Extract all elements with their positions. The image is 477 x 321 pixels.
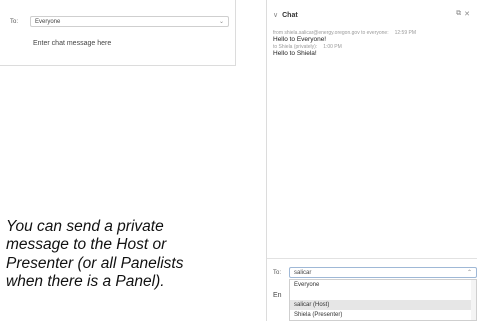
message-text: Hello to Shiela! bbox=[273, 50, 317, 57]
caption-line: You can send a private bbox=[6, 218, 164, 235]
message-text: Hello to Everyone! bbox=[273, 36, 327, 43]
message-time: 1:00 PM bbox=[323, 44, 342, 50]
to-label: To: bbox=[273, 269, 282, 276]
to-label: To: bbox=[10, 18, 19, 25]
footer-divider bbox=[267, 258, 477, 259]
dropdown-separator bbox=[290, 290, 476, 300]
recipient-select-value: salicar bbox=[294, 269, 312, 276]
caption-line: Presenter (or all Panelists bbox=[6, 254, 184, 272]
recipient-select[interactable]: salicar ⌃ bbox=[289, 267, 477, 278]
chat-message-input[interactable]: En bbox=[273, 292, 282, 299]
message-time: 12:59 PM bbox=[394, 30, 417, 36]
chat-header: ∨ Chat ⧉ ✕ bbox=[267, 8, 477, 22]
recipient-row: To: salicar ⌃ bbox=[273, 267, 477, 278]
chevron-up-icon: ⌃ bbox=[466, 270, 472, 276]
dropdown-option-everyone[interactable]: Everyone bbox=[290, 280, 476, 290]
header-actions: ⧉ ✕ bbox=[456, 10, 470, 18]
recipient-select[interactable]: Everyone ⌄ bbox=[30, 16, 229, 27]
dropdown-option-host[interactable]: salicar (Host) bbox=[290, 300, 476, 310]
chevron-down-icon: ⌄ bbox=[218, 19, 224, 25]
dropdown-option-presenter[interactable]: Shiela (Presenter) bbox=[290, 310, 476, 320]
popout-icon[interactable]: ⧉ bbox=[456, 10, 461, 18]
close-icon[interactable]: ✕ bbox=[464, 10, 470, 18]
chat-title: Chat bbox=[282, 11, 298, 19]
instruction-caption: You can send a private message to the Ho… bbox=[6, 218, 236, 292]
chat-message-input[interactable]: Enter chat message here bbox=[33, 40, 111, 47]
chat-panel: ∨ Chat ⧉ ✕ from shiela.salicar@energy.or… bbox=[266, 0, 477, 321]
dropdown-scrollbar[interactable] bbox=[471, 280, 476, 320]
message-list: from shiela.salicar@energy.oregon.gov to… bbox=[273, 30, 473, 58]
caption-line: when there is a Panel). bbox=[6, 273, 165, 291]
recipient-select-value: Everyone bbox=[35, 18, 61, 25]
recipient-row: To: Everyone ⌄ bbox=[10, 16, 229, 27]
chat-input-panel-snippet: To: Everyone ⌄ Enter chat message here bbox=[0, 0, 236, 66]
chevron-down-icon[interactable]: ∨ bbox=[273, 11, 278, 19]
caption-line: message to the Host or bbox=[6, 236, 167, 254]
recipient-dropdown: Everyone salicar (Host) Shiela (Presente… bbox=[289, 279, 477, 321]
